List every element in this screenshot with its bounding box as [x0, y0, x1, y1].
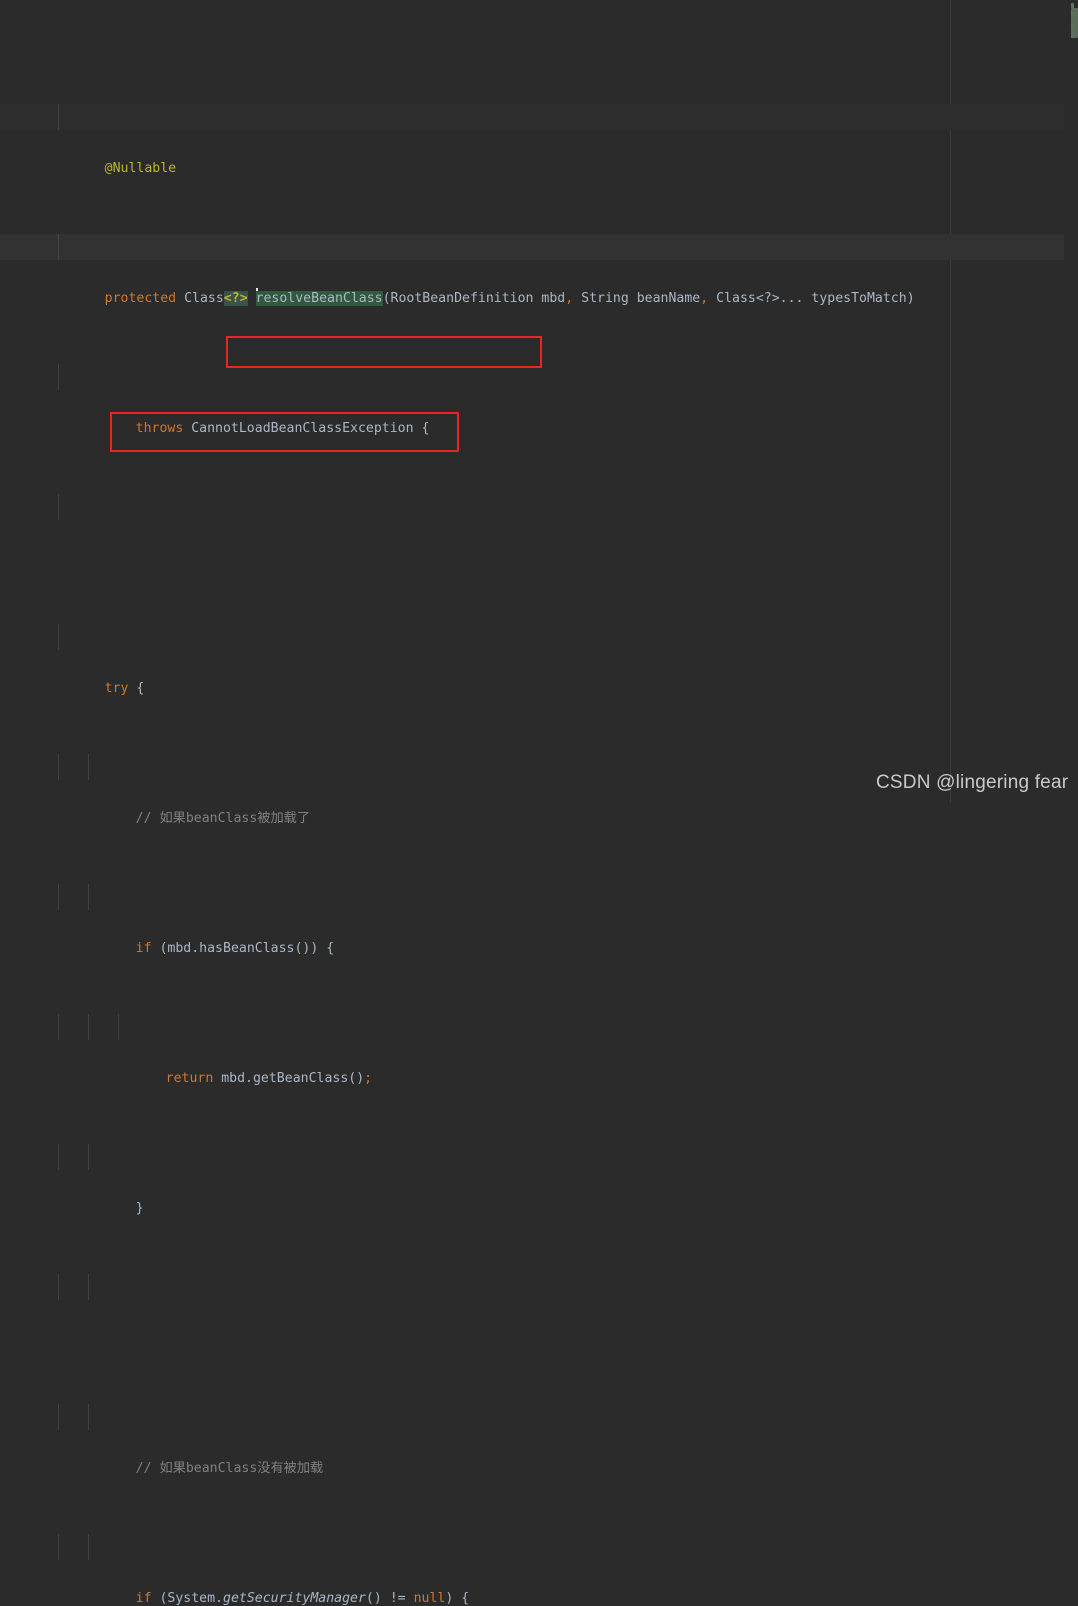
keyword-try: try: [104, 681, 129, 696]
code-line-12[interactable]: if (System.getSecurityManager() != null)…: [0, 1534, 1064, 1606]
comment-bean-class-not-loaded: // 如果beanClass没有被加载: [135, 1461, 324, 1476]
scrollbar-marker[interactable]: [1071, 3, 1074, 8]
annotation-nullable: @Nullable: [104, 161, 177, 176]
code-line-5[interactable]: try {: [0, 624, 1064, 696]
expr-has-bean-class: mbd.hasBeanClass(): [167, 941, 311, 956]
code-line-1[interactable]: @Nullable: [0, 104, 1064, 176]
scrollbar-marker[interactable]: [1071, 12, 1074, 17]
code-editor[interactable]: @Nullable protected Class<?> resolveBean…: [0, 0, 1078, 1606]
editor-scrollbar[interactable]: [1064, 0, 1078, 803]
param-mbd: RootBeanDefinition mbd: [390, 291, 566, 306]
code-line-7[interactable]: if (mbd.hasBeanClass()) {: [0, 884, 1064, 956]
code-line-10[interactable]: [0, 1274, 1064, 1300]
comment-bean-class-loaded: // 如果beanClass被加载了: [135, 811, 311, 826]
code-line-3[interactable]: throws CannotLoadBeanClassException {: [0, 364, 1064, 436]
type-class: Class: [184, 291, 224, 306]
keyword-if-2: if: [135, 1591, 152, 1606]
code-line-8[interactable]: return mbd.getBeanClass();: [0, 1014, 1064, 1086]
generic-wildcard-highlight: <?>: [223, 291, 248, 306]
keyword-return-1: return: [165, 1071, 214, 1086]
method-name-resolvebeanclass: resolveBeanClass: [255, 291, 383, 306]
code-line-4[interactable]: [0, 494, 1064, 520]
type-cannotloadbeanclassexception: CannotLoadBeanClassException: [191, 421, 414, 436]
keyword-if-1: if: [135, 941, 152, 956]
code-content[interactable]: @Nullable protected Class<?> resolveBean…: [0, 0, 1064, 1606]
keyword-null: null: [413, 1591, 446, 1606]
code-line-9[interactable]: }: [0, 1144, 1064, 1216]
watermark-text: CSDN @lingering fear: [876, 772, 1069, 793]
call-get-security-manager: getSecurityManager: [223, 1591, 366, 1606]
code-line-2[interactable]: protected Class<?> resolveBeanClass(Root…: [0, 234, 1064, 306]
scrollbar-marker[interactable]: [1071, 24, 1074, 29]
scrollbar-marker[interactable]: [1071, 33, 1074, 38]
param-typestomatch: Class<?>... typesToMatch: [716, 291, 907, 306]
expr-get-bean-class: mbd.getBeanClass(): [221, 1071, 365, 1086]
keyword-protected: protected: [104, 291, 177, 306]
keyword-throws: throws: [135, 421, 184, 436]
param-beanname: String beanName: [581, 291, 701, 306]
code-line-11[interactable]: // 如果beanClass没有被加载: [0, 1404, 1064, 1476]
